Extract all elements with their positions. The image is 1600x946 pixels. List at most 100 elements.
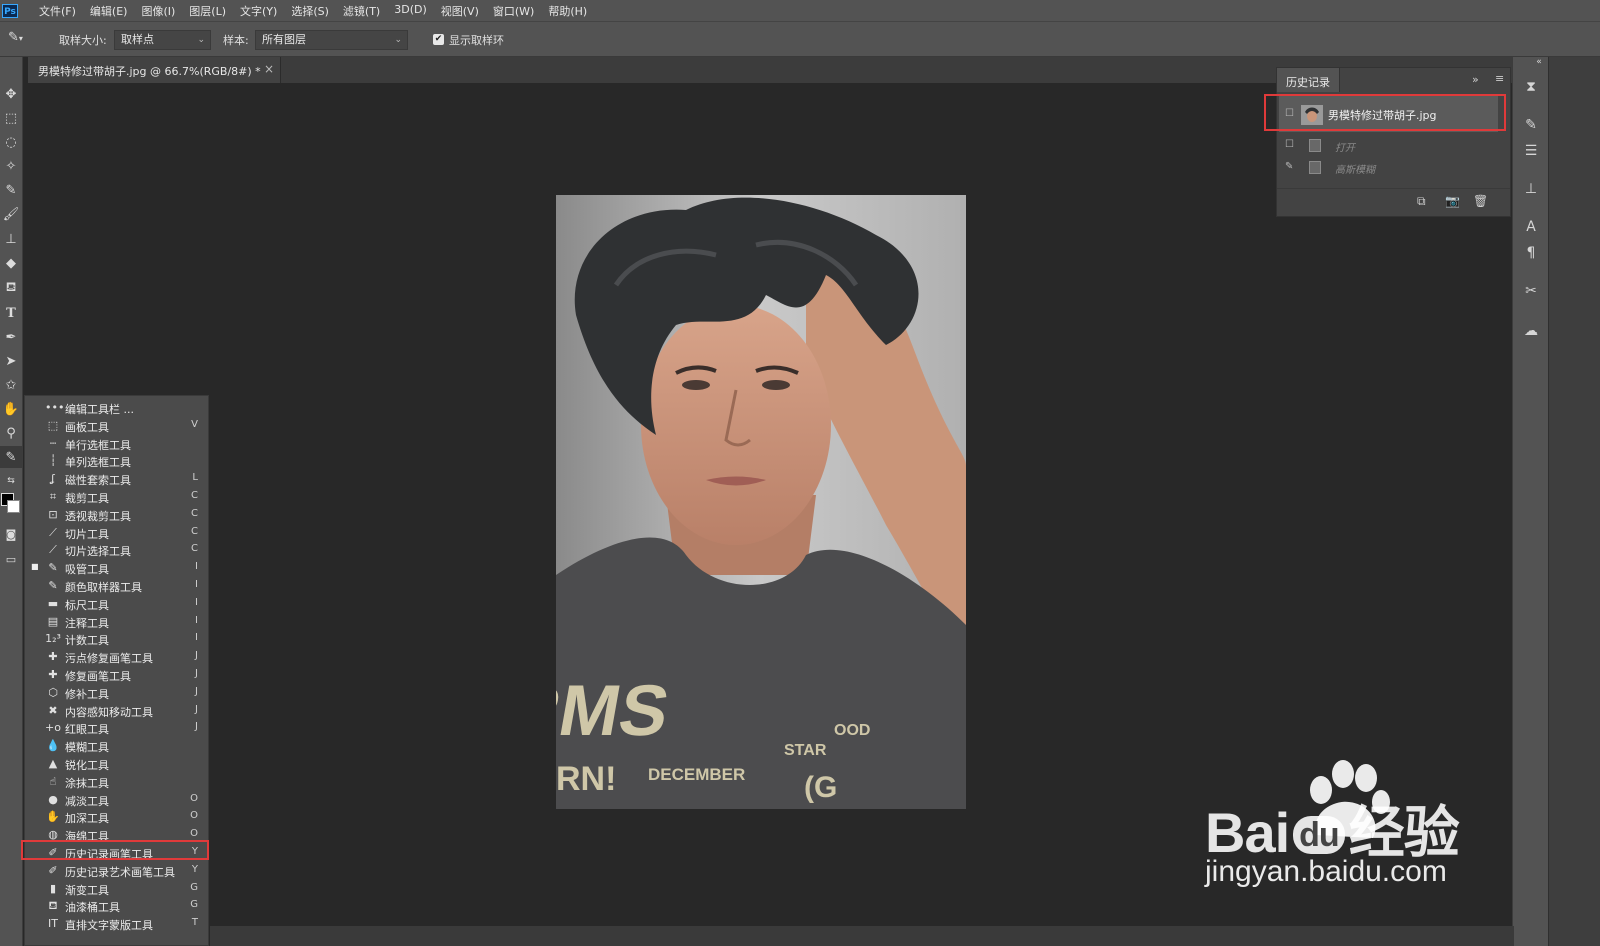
- flyout-item[interactable]: ✖ 内容感知移动工具 J: [25, 702, 208, 720]
- flyout-item[interactable]: ▲ 锐化工具: [25, 755, 208, 773]
- history-source-checkbox[interactable]: ☐: [1285, 139, 1294, 150]
- eyedropper-active-tool-icon[interactable]: ✎: [0, 446, 22, 468]
- flyout-item[interactable]: ▤ 注释工具 I: [25, 613, 208, 631]
- history-brush-source-icon[interactable]: ✎: [1285, 161, 1293, 172]
- color-sampler-icon: ✎: [48, 579, 58, 592]
- menu-item[interactable]: 帮助(H): [541, 3, 594, 19]
- move-tool-icon[interactable]: ✥: [0, 83, 22, 105]
- hand-tool-icon[interactable]: ✋: [0, 398, 22, 420]
- menu-item[interactable]: 滤镜(T): [336, 3, 387, 19]
- horizontal-scrollbar[interactable]: [210, 926, 1514, 946]
- sample-size-select[interactable]: 取样点 ⌄: [114, 30, 211, 50]
- close-icon[interactable]: ×: [264, 62, 274, 76]
- flyout-item-label: 磁性套索工具: [65, 474, 131, 488]
- background-color-swatch[interactable]: [7, 500, 20, 513]
- flyout-item[interactable]: ▮ 渐变工具 G: [25, 880, 208, 898]
- flyout-item[interactable]: ✎ 颜色取样器工具 I: [25, 577, 208, 595]
- tool-presets-icon[interactable]: ✂: [1513, 283, 1549, 299]
- menu-item[interactable]: 视图(V): [434, 3, 486, 19]
- history-step-row[interactable]: ✎ 高斯模糊: [1279, 158, 1498, 178]
- path-select-tool-icon[interactable]: ➤: [0, 350, 22, 372]
- history-panel-icon[interactable]: ⧗: [1513, 79, 1549, 95]
- panel-menu-icon[interactable]: ≡: [1495, 72, 1504, 85]
- lasso-tool-icon[interactable]: ◌: [0, 131, 22, 153]
- more-icon: •••: [45, 401, 65, 414]
- character-icon[interactable]: A: [1513, 219, 1549, 235]
- flyout-item[interactable]: ✋ 加深工具 O: [25, 808, 208, 826]
- bucket-tool-icon[interactable]: ⛾: [0, 277, 22, 299]
- zoom-tool-icon[interactable]: ⚲: [0, 422, 22, 444]
- flyout-item[interactable]: ┄ 单行选框工具: [25, 435, 208, 453]
- flyout-item-label: 加深工具: [65, 812, 109, 826]
- type-tool-icon[interactable]: T: [0, 302, 22, 324]
- flyout-item[interactable]: ⊡ 透视裁剪工具 C: [25, 506, 208, 524]
- eyedropper-tool-icon[interactable]: ✎: [0, 179, 22, 201]
- flyout-item-label: 锐化工具: [65, 759, 109, 772]
- sample-select[interactable]: 所有图层 ⌄: [255, 30, 408, 50]
- marquee-tool-icon[interactable]: ⬚: [0, 107, 22, 129]
- crop-icon: ⌗: [49, 490, 57, 503]
- flyout-item[interactable]: ✎ 吸管工具 I ■: [25, 559, 208, 577]
- swap-colors-icon[interactable]: ⇆: [0, 470, 22, 492]
- flyout-item[interactable]: ☝ 涂抹工具: [25, 773, 208, 791]
- stamp-tool-icon[interactable]: ⊥: [0, 228, 22, 250]
- flyout-item[interactable]: ⬚ 画板工具 V: [25, 417, 208, 435]
- gradient-icon: ▮: [49, 881, 57, 895]
- flyout-item-label: 吸管工具: [65, 563, 109, 577]
- flyout-item[interactable]: ⌗ 裁剪工具 C: [25, 488, 208, 506]
- flyout-item[interactable]: ⬡ 修补工具 J: [25, 684, 208, 702]
- document-tab[interactable]: 男模特修过带胡子.jpg @ 66.7%(RGB/8#) * ×: [28, 57, 281, 83]
- flyout-item[interactable]: ʆ 磁性套索工具 L: [25, 470, 208, 488]
- flyout-item[interactable]: ● 减淡工具 O: [25, 791, 208, 809]
- history-tab[interactable]: 历史记录: [1277, 68, 1340, 92]
- flyout-item[interactable]: ✐ 历史记录艺术画笔工具 Y: [25, 862, 208, 880]
- flyout-item[interactable]: ⟋ 切片工具 C: [25, 524, 208, 542]
- paint-bucket-icon: ⛾: [48, 899, 58, 913]
- camera-icon[interactable]: 📷: [1445, 194, 1460, 208]
- menu-item[interactable]: 窗口(W): [486, 3, 541, 19]
- quick-mask-icon[interactable]: ◙: [0, 523, 22, 545]
- menu-item[interactable]: 图像(I): [134, 3, 182, 19]
- document-image[interactable]: ERMS RN! DECEMBER STAR OOD (G: [556, 195, 966, 809]
- flyout-item[interactable]: ••• 编辑工具栏 ...: [25, 399, 208, 417]
- flyout-item-shortcut: V: [191, 418, 198, 430]
- cloud-libraries-icon[interactable]: ☁: [1513, 323, 1549, 339]
- show-ring-checkbox[interactable]: ✔: [433, 34, 444, 45]
- flyout-item[interactable]: ✚ 污点修复画笔工具 J: [25, 648, 208, 666]
- flyout-item-label: 切片选择工具: [65, 545, 131, 559]
- flyout-item[interactable]: ▬ 标尺工具 I: [25, 595, 208, 613]
- new-document-from-state-icon[interactable]: ⧉: [1417, 194, 1426, 209]
- menu-item[interactable]: 文字(Y): [233, 3, 284, 19]
- menu-item[interactable]: 3D(D): [387, 3, 434, 19]
- menu-item[interactable]: 文件(F): [32, 3, 83, 19]
- history-step-row[interactable]: ☐ 打开: [1279, 136, 1498, 156]
- flyout-item-label: 减淡工具: [65, 794, 109, 808]
- flyout-item[interactable]: ⛾ 油漆桶工具 G: [25, 897, 208, 915]
- paragraph-icon[interactable]: ¶: [1513, 245, 1549, 261]
- shape-tool-icon[interactable]: ✩: [0, 374, 22, 396]
- eraser-tool-icon[interactable]: ◆: [0, 252, 22, 274]
- brush-tool-icon[interactable]: 🖌: [0, 203, 22, 225]
- brush-settings-icon[interactable]: ✎: [1513, 117, 1549, 133]
- menu-item[interactable]: 图层(L): [182, 3, 233, 19]
- flyout-item[interactable]: ⟋ 切片选择工具 C: [25, 541, 208, 559]
- clone-source-icon[interactable]: ⊥: [1513, 181, 1549, 197]
- flyout-item[interactable]: ┆ 单列选框工具: [25, 452, 208, 470]
- flyout-item[interactable]: IT 直排文字蒙版工具 T: [25, 915, 208, 933]
- eyedropper-preset-icon[interactable]: ✎▾: [8, 30, 28, 50]
- magnetic-lasso-icon: ʆ: [51, 472, 55, 486]
- menu-item[interactable]: 选择(S): [284, 3, 336, 19]
- flyout-item[interactable]: 1₂³ 计数工具 I: [25, 630, 208, 648]
- screen-mode-icon[interactable]: ▭: [0, 548, 22, 570]
- trash-icon[interactable]: 🗑: [1473, 194, 1488, 208]
- menu-item[interactable]: 编辑(E): [83, 3, 135, 19]
- flyout-item-shortcut: J: [195, 721, 198, 733]
- flyout-item[interactable]: ✚ 修复画笔工具 J: [25, 666, 208, 684]
- flyout-item[interactable]: 💧 模糊工具: [25, 737, 208, 755]
- flyout-item[interactable]: +o 红眼工具 J: [25, 719, 208, 737]
- magic-wand-tool-icon[interactable]: ✧: [0, 155, 22, 177]
- single-row-icon: ┄: [49, 436, 57, 450]
- adjustments-icon[interactable]: ☰: [1513, 143, 1549, 159]
- collapse-panel-icon[interactable]: »: [1472, 73, 1479, 86]
- pen-tool-icon[interactable]: ✒: [0, 326, 22, 348]
